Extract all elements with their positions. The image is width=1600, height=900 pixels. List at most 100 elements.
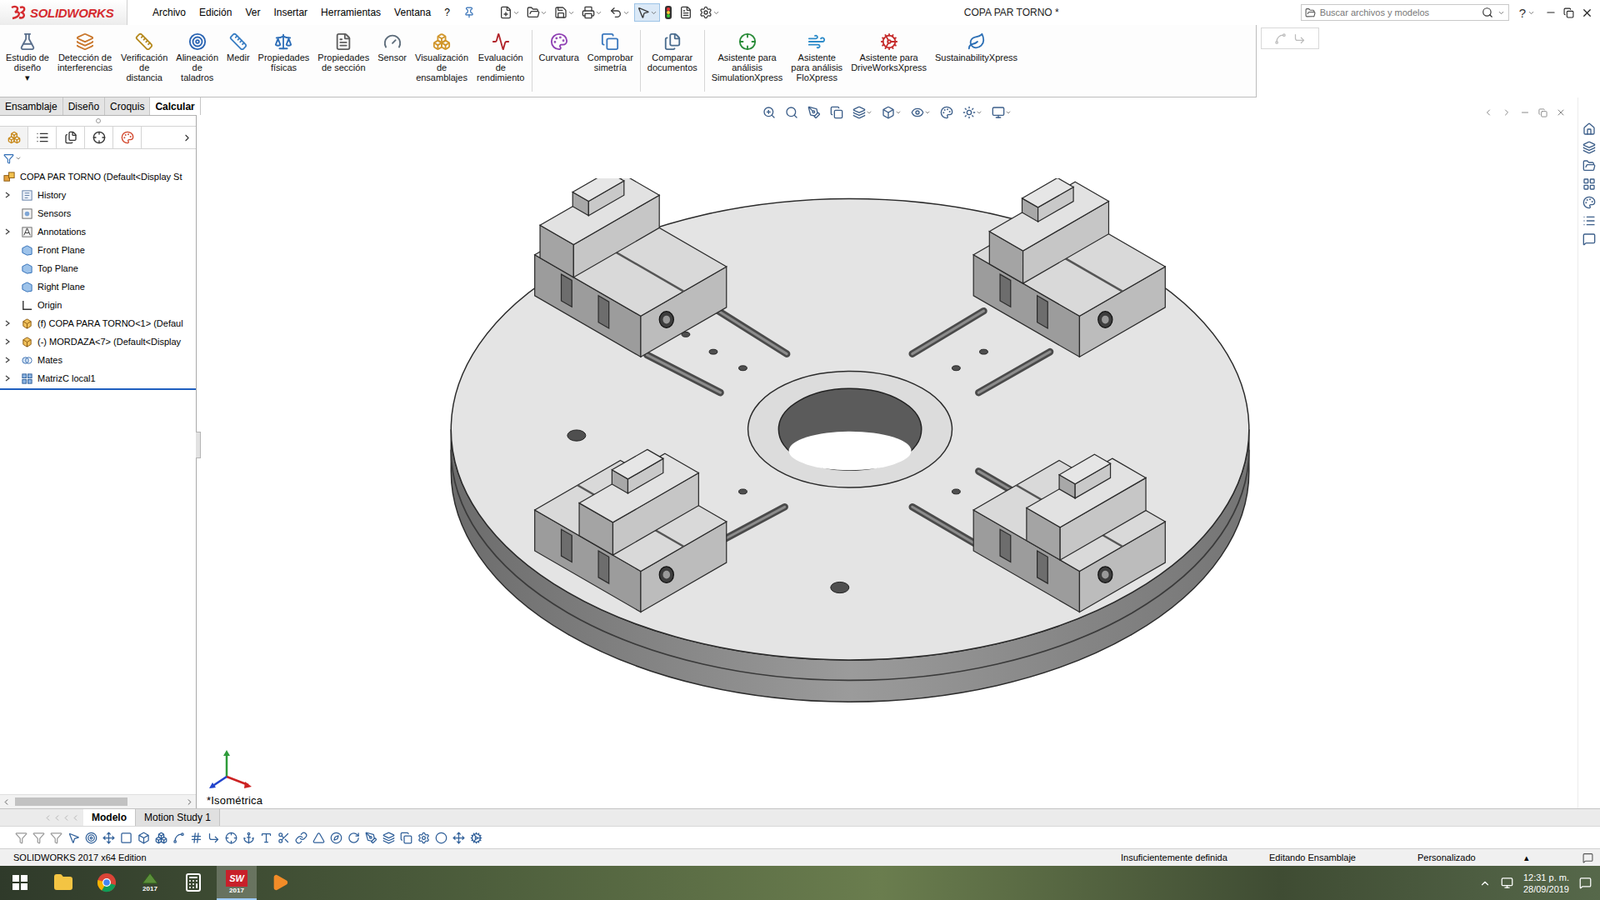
scroll-thumb[interactable] (15, 797, 128, 806)
jaw[interactable] (535, 449, 727, 612)
command-tab[interactable]: Calcular (150, 97, 200, 115)
taskbar-app[interactable] (86, 865, 127, 900)
task-pane-icon[interactable] (1582, 122, 1596, 136)
tab-nav-icon[interactable] (43, 813, 53, 823)
sketch-tool-icon[interactable] (1293, 32, 1306, 45)
tree-item[interactable]: Top Plane (0, 259, 196, 278)
menu-item[interactable]: Ver (238, 4, 267, 21)
ribbon-button[interactable]: Comparardocumentos (643, 28, 702, 75)
ribbon-button[interactable]: Alineacióndetaladros (171, 28, 223, 85)
quick-access-button[interactable] (661, 2, 675, 23)
ribbon-button[interactable]: Verificacióndedistancia (116, 28, 172, 85)
tree-item[interactable]: COPA PAR TORNO (Default<Display St (0, 167, 196, 186)
ribbon-button[interactable]: Comprobarsimetría (583, 28, 638, 75)
task-pane-icon[interactable] (1582, 232, 1596, 246)
manager-tab[interactable] (28, 126, 57, 149)
toolbar-icon[interactable] (435, 831, 448, 845)
toolbar-icon[interactable] (330, 831, 343, 845)
manager-tab[interactable] (56, 126, 85, 149)
menu-item[interactable]: ? (437, 4, 457, 21)
panel-grip[interactable] (0, 115, 196, 126)
tree-item[interactable]: (f) COPA PARA TORNO<1> (Defaul (0, 314, 196, 333)
show-hidden-icons-icon[interactable] (1479, 877, 1491, 890)
view-tool-button[interactable] (937, 103, 956, 122)
model-tab[interactable]: Motion Study 1 (135, 809, 220, 826)
toolbar-icon[interactable] (225, 831, 238, 845)
scroll-right-icon[interactable] (185, 797, 195, 807)
view-tool-button[interactable] (989, 103, 1015, 122)
dropdown-icon[interactable] (1527, 9, 1535, 17)
model-tab[interactable]: Modelo (83, 809, 136, 826)
taskbar-app[interactable]: SW2017 (216, 865, 257, 900)
manager-tab[interactable] (0, 126, 29, 149)
search-icon[interactable] (1481, 6, 1494, 19)
quick-access-button[interactable] (579, 3, 605, 22)
help-button[interactable]: ? (1517, 5, 1528, 20)
toolbar-icon[interactable] (207, 831, 220, 845)
dropdown-icon[interactable] (1497, 9, 1505, 17)
restore-icon[interactable] (1538, 108, 1548, 118)
menu-item[interactable]: Herramientas (314, 4, 388, 21)
view-tool-button[interactable] (827, 103, 846, 122)
toolbar-icon[interactable] (137, 831, 150, 845)
view-tool-button[interactable] (805, 103, 824, 122)
ribbon-button[interactable]: Medir (222, 28, 255, 65)
ribbon-button[interactable]: Propiedadesde sección (313, 28, 374, 75)
ribbon-button[interactable]: Asistente paraanálisisSimulationXpress (707, 28, 788, 85)
task-pane-icon[interactable] (1582, 195, 1596, 210)
quick-access-button[interactable] (606, 3, 633, 22)
tree-item[interactable]: Front Plane (0, 240, 196, 260)
tree-item[interactable]: Sensors (0, 204, 196, 223)
ribbon-button[interactable]: SustainabilityXpress (930, 28, 1022, 65)
toolbar-icon[interactable] (312, 831, 325, 845)
toolbar-icon[interactable] (452, 831, 465, 845)
status-units-caret[interactable]: ▴ (1512, 852, 1541, 864)
tree-filter[interactable] (0, 149, 196, 168)
view-tool-button[interactable] (782, 103, 801, 122)
toolbar-icon[interactable] (277, 831, 290, 845)
tree-item[interactable]: (-) MORDAZA<7> (Default<Display (0, 332, 196, 351)
assembly-model[interactable] (431, 178, 1265, 712)
command-tab[interactable]: Ensamblaje (0, 97, 64, 115)
toolbar-icon[interactable] (102, 831, 115, 845)
toolbar-icon[interactable] (67, 831, 80, 845)
toolbar-icon[interactable] (295, 831, 308, 845)
ribbon-button[interactable]: Evaluaciónderendimiento (472, 28, 529, 85)
task-pane-icon[interactable] (1582, 214, 1596, 228)
graphics-area[interactable]: *Isométrica (196, 97, 1600, 809)
toolbar-icon[interactable] (50, 831, 63, 845)
tree-item[interactable]: Annotations (0, 222, 196, 241)
restore-icon[interactable] (1563, 7, 1575, 19)
ribbon-button[interactable]: Estudio dediseño▾ (1, 28, 54, 85)
view-tool-button[interactable] (879, 103, 905, 122)
jaw[interactable] (973, 178, 1165, 357)
network-icon[interactable] (1500, 876, 1514, 890)
toolbar-icon[interactable] (120, 831, 133, 845)
tree-arrow[interactable] (5, 375, 17, 382)
quick-access-button[interactable] (551, 3, 578, 22)
status-notes-icon[interactable] (1582, 852, 1594, 864)
ribbon-button[interactable]: Propiedadesfísicas (254, 28, 315, 75)
panel-splitter[interactable] (195, 431, 201, 459)
search-field[interactable]: Buscar archivos y modelos (1300, 4, 1510, 21)
toolbar-icon[interactable] (172, 831, 185, 845)
quick-access-button[interactable] (634, 3, 660, 22)
manager-tab[interactable] (85, 126, 114, 149)
taskbar-app[interactable] (43, 865, 84, 900)
collapse-icon[interactable] (1483, 107, 1494, 118)
tree-arrow[interactable] (5, 191, 17, 199)
ribbon-button[interactable]: Visualizacióndeensamblajes (410, 28, 473, 85)
menu-item[interactable]: Insertar (266, 4, 315, 21)
toolbar-icon[interactable] (32, 831, 45, 845)
taskbar-app[interactable]: 2017 (130, 865, 170, 900)
quick-access-button[interactable] (676, 3, 695, 22)
taskbar-app[interactable] (173, 865, 214, 900)
pin-icon[interactable] (463, 6, 475, 19)
tree-item[interactable]: Right Plane (0, 277, 196, 296)
toolbar-icon[interactable] (382, 831, 395, 845)
tree-arrow[interactable] (5, 356, 17, 364)
toolbar-icon[interactable] (365, 831, 378, 845)
minimize-icon[interactable] (1545, 6, 1557, 19)
quick-access-button[interactable] (496, 3, 523, 22)
command-tab[interactable]: Croquis (105, 97, 150, 115)
